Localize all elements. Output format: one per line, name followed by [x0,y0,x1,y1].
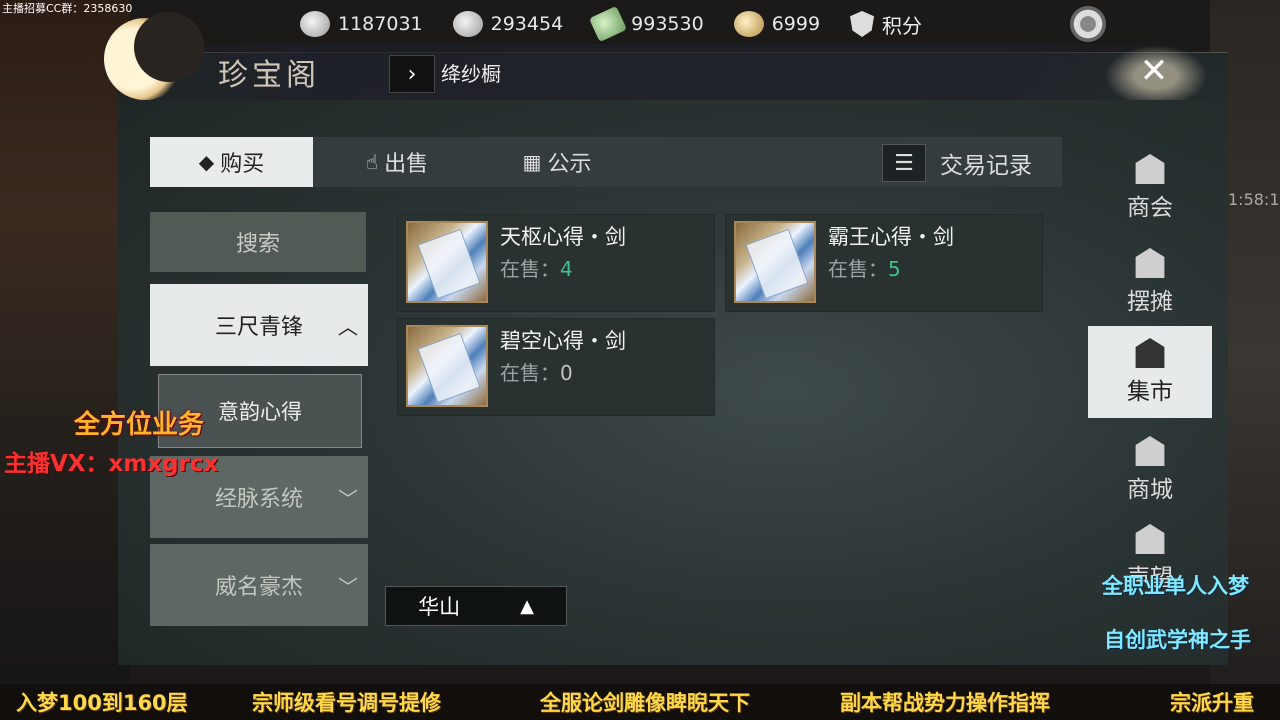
nav-label: 商会 [1127,195,1173,221]
item-name: 天枢心得・剑 [500,225,626,249]
stock-label: 在售： [500,361,560,385]
green-jade-icon [589,5,628,43]
region-label: 华山 [418,595,461,619]
item-stock: 在售：4 [500,253,573,282]
breadcrumb-arrow-button[interactable]: › [389,55,435,93]
item-stock: 在售：0 [500,357,573,386]
item-card[interactable]: 天枢心得・剑 在售：4 [397,214,715,312]
currency-value: 1187031 [338,13,423,35]
moon-shadow [134,12,204,82]
clock: 1:58:1 [1228,190,1280,209]
currency-value: 6999 [771,13,821,35]
hat-icon: ◆ [198,150,215,174]
stock-label: 在售： [828,257,888,281]
ticker-item: 入梦100到160层 [16,691,188,715]
stock-count: 5 [888,257,901,281]
currency-value: 993530 [631,13,704,35]
category-label: 经脉系统 [214,487,303,512]
stream-tag: 主播招募CC群：2358630 [2,2,133,15]
hand-icon: ☝ [365,150,379,174]
overlay-vx: 主播VX：xmxgrcx [4,451,219,477]
close-button[interactable]: ✕ [1133,50,1175,92]
category-label: 三尺青锋 [214,315,303,340]
nav-baitan[interactable]: 摆摊 [1088,236,1212,328]
mall-icon [1135,436,1165,466]
search-button[interactable]: 搜索 [150,212,366,272]
points-label: 积分 [882,13,923,38]
ticker-bar: 入梦100到160层 宗师级看号调号提修 全服论剑雕像睥睨天下 副本帮战势力操作… [0,684,1280,720]
region-select[interactable]: 华山 ▲ [385,586,567,626]
guild-emblem-icon [1135,154,1165,184]
points-button[interactable]: 积分 [850,10,922,39]
board-icon: ▦ [522,150,542,174]
scroll-item-icon [734,221,816,303]
overlay-service: 全方位业务 [74,410,205,440]
stock-count: 0 [560,361,573,385]
currency-jade[interactable]: 1187031 [300,11,423,37]
currency-value: 293454 [490,13,564,35]
shield-icon [850,11,875,37]
scroll-item-icon [406,221,488,303]
nav-label: 摆摊 [1127,289,1173,315]
tab-notice[interactable]: ▦ 公示 [487,137,627,187]
item-name: 碧空心得・剑 [500,329,626,353]
jade-coin-icon [300,11,330,37]
nav-shanghui[interactable]: 商会 [1088,142,1212,234]
settings-gear-icon[interactable] [1070,6,1106,42]
list-icon: ☰ [882,144,926,182]
chevron-right-icon: › [407,61,417,87]
trade-history-button[interactable]: ☰ 交易记录 [882,144,1032,182]
background-left [0,0,130,720]
ticker-item: 宗派升重 [1170,691,1254,715]
tab-label: 出售 [384,152,429,177]
stock-count: 4 [560,257,573,281]
currency-green-jade[interactable]: 993530 [589,5,704,43]
ticker-item: 宗师级看号调号提修 [252,691,441,715]
close-icon: ✕ [1139,51,1169,91]
item-stock: 在售：5 [828,253,901,282]
nav-shangcheng[interactable]: 商城 [1088,424,1212,516]
ticker-item: 副本帮战势力操作指挥 [840,691,1050,715]
category-label: 威名豪杰 [214,575,303,600]
tab-label: 购买 [220,152,265,177]
chevron-down-icon: ﹀ [338,486,358,511]
category-sanchi-qingfeng[interactable]: 三尺青锋 ︿ [150,284,368,366]
tab-label: 公示 [547,152,592,177]
stock-label: 在售： [500,257,560,281]
silver-ingot-icon [452,11,483,37]
overlay-right1: 全职业单人入梦 [1102,574,1249,598]
window-title: 珍宝阁 [218,58,320,93]
stall-icon [1135,248,1165,278]
chevron-up-icon: ▲ [520,595,534,617]
market-icon [1135,338,1165,368]
tab-buy[interactable]: ◆ 购买 [150,137,313,187]
money-bag-icon [1135,524,1165,554]
chevron-down-icon: ﹀ [338,574,358,599]
tab-sell[interactable]: ☝ 出售 [327,137,467,187]
nav-jishi[interactable]: 集市 [1088,326,1212,418]
chevron-up-icon: ︿ [338,314,358,339]
trade-history-label: 交易记录 [940,153,1032,179]
currency-bar: 1187031 293454 993530 6999 积分 [300,4,922,44]
gold-ingot-icon [733,11,764,37]
overlay-right2: 自创武学神之手 [1104,628,1251,652]
currency-gold[interactable]: 6999 [733,11,821,37]
item-name: 霸王心得・剑 [828,225,954,249]
scroll-item-icon [406,325,488,407]
breadcrumb: 绛纱橱 [441,62,501,86]
ticker-item: 全服论剑雕像睥睨天下 [540,691,750,715]
nav-label: 集市 [1127,379,1173,405]
currency-silver[interactable]: 293454 [452,11,564,37]
nav-label: 商城 [1127,477,1173,503]
category-weiming[interactable]: 威名豪杰 ﹀ [150,544,368,626]
item-card[interactable]: 霸王心得・剑 在售：5 [725,214,1043,312]
item-card[interactable]: 碧空心得・剑 在售：0 [397,318,715,416]
